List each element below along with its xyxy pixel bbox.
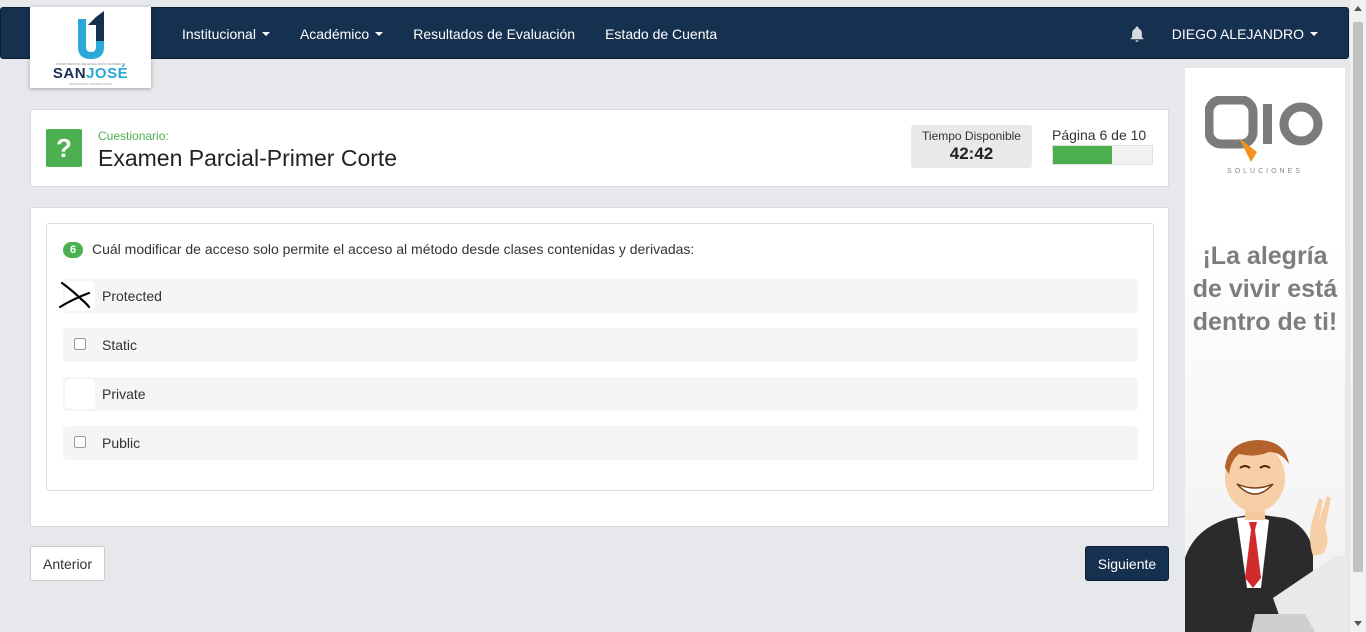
scrollbar-thumb[interactable] [1353, 22, 1363, 572]
menu-estado-cuenta[interactable]: Estado de Cuenta [590, 26, 732, 42]
option-label: Public [102, 435, 141, 451]
logo-emblem-icon [77, 11, 104, 59]
institution-logo[interactable]: CORPORACIÓN DE EDUCACIÓN SUPERIOR SANJOS… [30, 7, 151, 88]
option-checkbox[interactable] [74, 436, 86, 448]
caret-down-icon [1310, 32, 1318, 36]
question-mark-icon: ? [46, 129, 82, 167]
top-navbar: Institucional Académico Resultados de Ev… [0, 7, 1349, 59]
smiling-businessman-illustration [1185, 440, 1345, 632]
timer-value: 42:42 [949, 144, 994, 163]
advertisement-banner[interactable]: SOLUCIONES ¡La alegría de vivir está den… [1185, 68, 1345, 632]
user-name: DIEGO ALEJANDRO [1171, 26, 1304, 42]
logo-subtitle: INSTITUCIÓN UNIVERSITARIA [69, 82, 112, 86]
page-indicator: Página 6 de 10 [1052, 127, 1147, 143]
option-checkbox[interactable] [65, 379, 95, 409]
qio-logo-icon [1205, 96, 1323, 162]
option-protected[interactable]: Protected [59, 279, 1138, 313]
menu-institucional-label: Institucional [182, 26, 256, 42]
option-checkbox[interactable] [74, 338, 86, 350]
menu-resultados-label: Resultados de Evaluación [413, 26, 576, 42]
timer-label: Tiempo Disponible [922, 129, 1021, 143]
time-remaining-box: Tiempo Disponible 42:42 [911, 125, 1032, 168]
ad-sub: SOLUCIONES [1227, 168, 1303, 175]
question-number-badge: 6 [63, 242, 83, 258]
ad-headline: ¡La alegría de vivir está dentro de ti! [1192, 242, 1338, 336]
option-public[interactable]: Public [63, 426, 1138, 460]
option-label: Protected [102, 288, 162, 304]
option-label: Private [102, 386, 146, 402]
quiz-header-card: ? Cuestionario: Examen Parcial-Primer Co… [30, 109, 1169, 187]
question-panel: 6 Cuál modificar de acceso solo permite … [46, 223, 1154, 491]
previous-button[interactable]: Anterior [30, 546, 105, 581]
option-static[interactable]: Static [63, 328, 1138, 362]
nav-right: DIEGO ALEJANDRO [1128, 8, 1318, 60]
quiz-label: Cuestionario: [98, 129, 169, 143]
menu-estado-label: Estado de Cuenta [605, 26, 718, 42]
page-scrollbar[interactable] [1349, 0, 1366, 632]
scroll-down-icon[interactable] [1354, 621, 1362, 626]
handwritten-x-mark-icon [59, 281, 91, 309]
user-menu[interactable]: DIEGO ALEJANDRO [1172, 26, 1318, 42]
main-menu: Institucional Académico Resultados de Ev… [167, 8, 732, 60]
caret-down-icon [261, 32, 270, 36]
option-private[interactable]: Private [63, 377, 1138, 411]
option-label: Static [102, 337, 138, 353]
next-button[interactable]: Siguiente [1085, 546, 1169, 581]
menu-resultados-evaluacion[interactable]: Resultados de Evaluación [398, 26, 590, 42]
scroll-up-icon[interactable] [1354, 6, 1362, 11]
caret-down-icon [375, 32, 384, 36]
question-card: 6 Cuál modificar de acceso solo permite … [30, 207, 1169, 527]
page-progress-bar [1052, 145, 1153, 165]
bell-icon[interactable] [1128, 25, 1146, 43]
logo-name-jose: JOSÉ [86, 65, 129, 82]
menu-academico-label: Académico [299, 26, 370, 42]
question-text: Cuál modificar de acceso solo permite el… [92, 241, 695, 257]
menu-academico[interactable]: Académico [285, 26, 398, 42]
menu-institucional[interactable]: Institucional [167, 26, 285, 42]
logo-name: SANJOSÉ [30, 66, 151, 82]
logo-name-san: SAN [52, 65, 87, 82]
quiz-title: Examen Parcial-Primer Corte [98, 145, 398, 171]
progress-fill [1053, 146, 1113, 164]
